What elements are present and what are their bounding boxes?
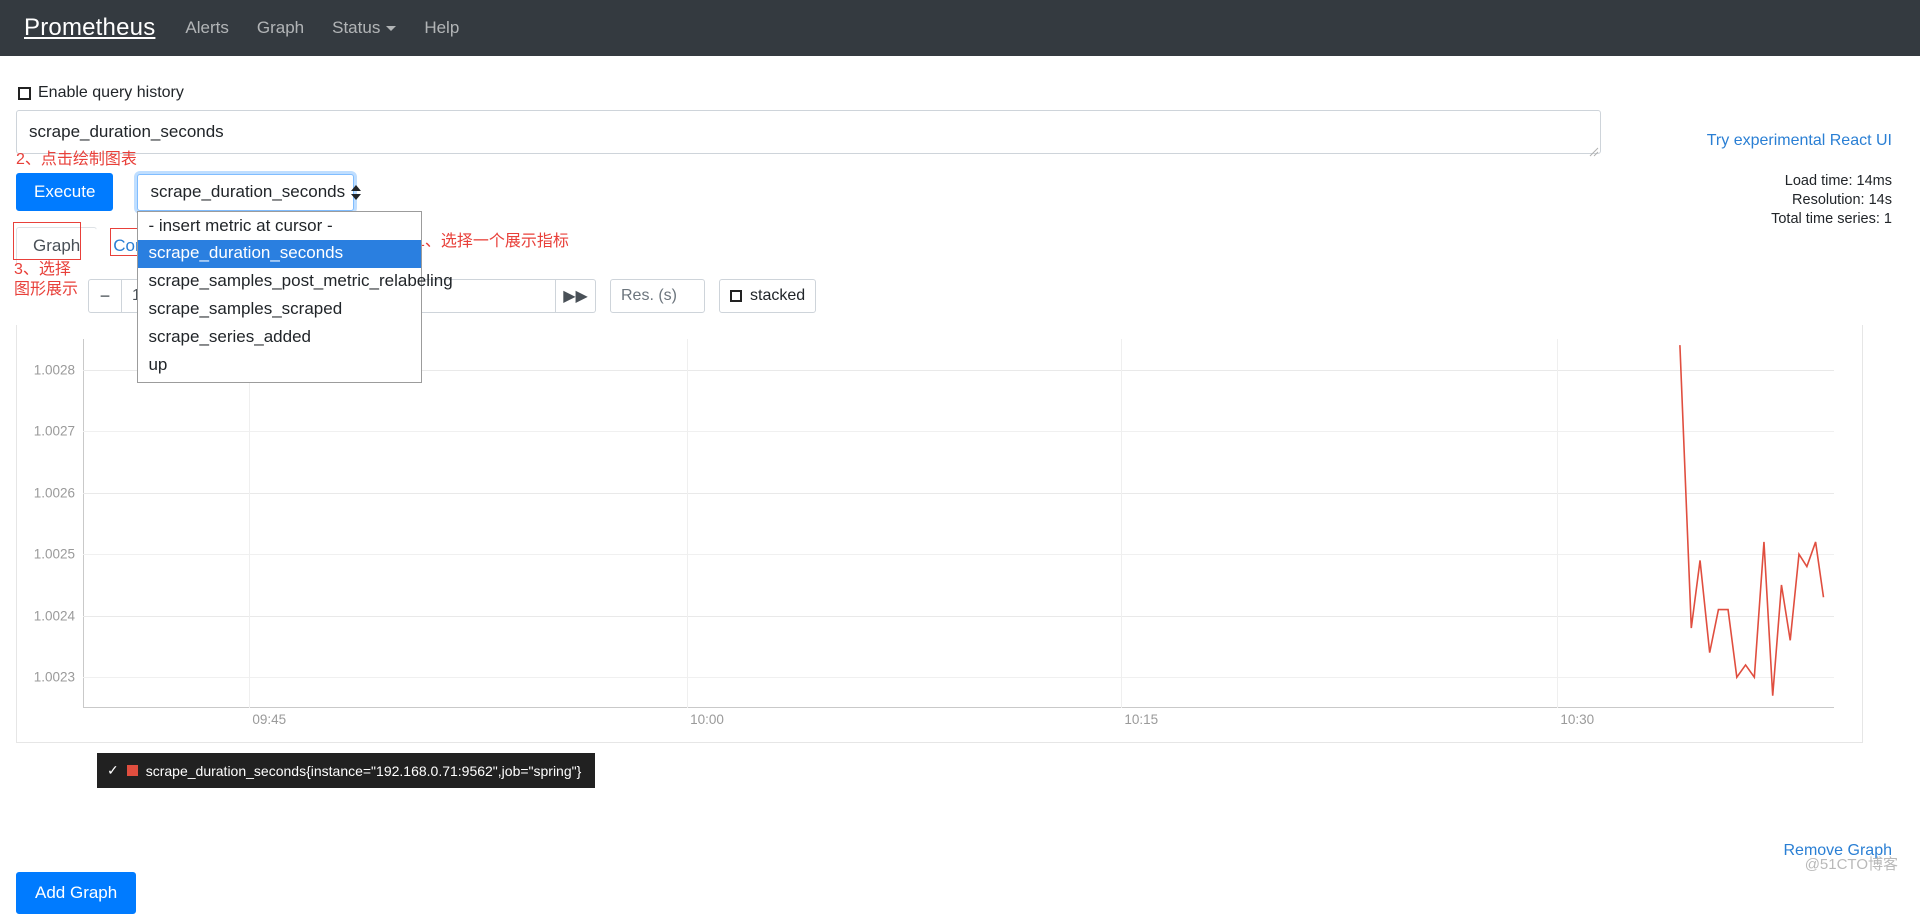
resolution-input[interactable]: Res. (s)	[610, 279, 705, 313]
page-body: Try experimental React UI Load time: 14m…	[0, 56, 1920, 914]
chart-series-svg	[1679, 345, 1825, 696]
stacked-label: stacked	[750, 287, 806, 304]
navbar: Prometheus Alerts Graph Status Help	[0, 0, 1920, 56]
stacked-checkbox-icon[interactable]	[730, 290, 742, 302]
watermark: @51CTO博客	[1804, 856, 1898, 873]
chart-plot-area[interactable]: 1.0028 1.0027 1.0026 1.0025 1.0024 1.0023 09:4…	[17, 325, 1862, 742]
graph-panel: 1.0028 1.0027 1.0026 1.0025 1.0024 1.0023 09:4…	[16, 325, 1863, 788]
enable-query-history-row[interactable]: Enable query history	[18, 84, 1892, 102]
metric-option-scrape-samples-scraped[interactable]: scrape_samples_scraped	[138, 296, 421, 324]
annotation-step-3-line2: 图形展示	[14, 281, 79, 298]
nav-item-alerts[interactable]: Alerts	[171, 10, 242, 46]
chart-line-series	[1679, 345, 1825, 696]
annotation-step-2: 2、点击绘制图表	[16, 151, 137, 168]
metric-option-scrape-series-added[interactable]: scrape_series_added	[138, 324, 421, 352]
execute-row: Execute scrape_duration_seconds - insert…	[16, 173, 1892, 384]
legend-color-swatch	[126, 765, 138, 776]
metric-option-scrape-samples-post-metric-relabeling[interactable]: scrape_samples_post_metric_relabeling	[138, 268, 452, 296]
chart-legend[interactable]: ✓ scrape_duration_seconds{instance="192.…	[97, 753, 596, 788]
annotation-step-1: 1、选择一个展示指标	[416, 233, 569, 250]
metric-select-dropdown[interactable]: - insert metric at cursor - scrape_durat…	[137, 210, 453, 384]
stacked-toggle[interactable]: stacked	[719, 279, 817, 313]
metric-select-head[interactable]: scrape_duration_seconds	[137, 173, 362, 211]
time-next-button[interactable]: ▶▶	[556, 279, 596, 313]
legend-check-icon: ✓	[107, 762, 119, 778]
metric-option-scrape-duration-seconds[interactable]: scrape_duration_seconds	[138, 240, 422, 269]
try-react-ui-link[interactable]: Try experimental React UI	[1707, 132, 1892, 150]
metric-select-value: scrape_duration_seconds	[150, 182, 346, 201]
brand-logo[interactable]: Prometheus	[14, 14, 171, 42]
metric-option-insert[interactable]: - insert metric at cursor -	[138, 213, 421, 241]
query-input-wrapper	[16, 110, 1601, 159]
select-spinner-icon	[351, 184, 362, 200]
metric-option-up[interactable]: up	[138, 352, 421, 380]
chevron-down-icon	[386, 26, 397, 32]
minus-icon: −	[99, 286, 111, 306]
nav-item-status-label: Status	[332, 18, 381, 37]
annotation-step-3: 3、选择 图形展示	[14, 260, 78, 300]
query-input[interactable]	[16, 110, 1601, 154]
enable-query-history-label: Enable query history	[38, 84, 184, 101]
nav-item-status[interactable]: Status	[318, 10, 410, 46]
nav-item-graph[interactable]: Graph	[243, 10, 318, 46]
annotation-step-3-line1: 3、选择	[14, 261, 71, 278]
enable-query-history-checkbox[interactable]	[18, 86, 31, 100]
add-graph-button[interactable]: Add Graph	[16, 872, 137, 914]
double-right-arrow-icon: ▶▶	[563, 288, 588, 305]
metric-select[interactable]: scrape_duration_seconds - insert metric …	[137, 173, 453, 384]
range-decrease-button[interactable]: −	[88, 279, 122, 313]
execute-button[interactable]: Execute	[16, 173, 114, 211]
legend-series-label: scrape_duration_seconds{instance="192.16…	[145, 762, 582, 779]
nav-item-help[interactable]: Help	[410, 10, 473, 46]
